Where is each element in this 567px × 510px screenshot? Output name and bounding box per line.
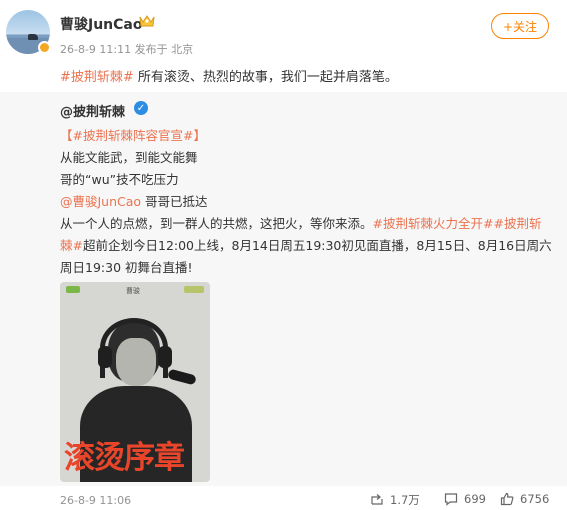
weibo-post: 曹骏JunCao 26-8-9 11:11 发布于 北京 +关注 #披荆斩棘# …	[0, 0, 567, 510]
poster-name: 曹骏	[126, 287, 140, 295]
reposted-content[interactable]: @披荆斩棘 ✓ 【#披荆斩棘阵容官宣#】 从能文能武，到能文能舞 哥的“wu”技…	[0, 92, 567, 486]
verified-icon: ✓	[134, 101, 148, 115]
post-text: #披荆斩棘# 所有滚烫、热烈的故事，我们一起并肩落笔。	[60, 70, 398, 85]
comment-button[interactable]: 699	[444, 492, 486, 506]
repost-line: @曹骏JunCao 哥哥已抵达	[60, 194, 208, 209]
hashtag-link[interactable]: 【#披荆斩棘阵容官宣#】	[60, 128, 206, 143]
like-count: 6756	[520, 492, 550, 506]
repost-line: 【#披荆斩棘阵容官宣#】	[60, 125, 206, 144]
repost-icon	[371, 494, 383, 505]
post-meta: 26-8-9 11:11 发布于 北京	[60, 43, 194, 56]
hashtag-link[interactable]: #披荆斩	[493, 216, 541, 231]
repost-count: 1.7万	[390, 493, 420, 507]
mention-link[interactable]: @曹骏JunCao	[60, 194, 141, 209]
verified-badge-icon	[38, 41, 51, 54]
microphone-icon	[167, 368, 197, 386]
repost-line: 从一个人的点燃，到一群人的共燃，这把火，等你来添。#披荆斩棘火力全开##披荆斩	[60, 216, 542, 231]
comment-icon	[444, 493, 458, 506]
thumbs-up-icon	[500, 492, 514, 506]
follow-button[interactable]: +关注	[491, 13, 549, 39]
hashtag-link[interactable]: #披荆斩棘火力全开#	[373, 216, 494, 231]
post-username[interactable]: 曹骏JunCao	[60, 14, 142, 34]
repost-line: 哥的“wu”技不吃压力	[60, 172, 179, 187]
repost-button[interactable]: 1.7万	[370, 492, 420, 508]
repost-line: 从能文能武，到能文能舞	[60, 150, 198, 165]
poster-title: 滚烫序章	[64, 440, 185, 476]
crown-icon	[139, 15, 155, 27]
hashtag-link[interactable]: 棘#	[60, 238, 83, 253]
brand-logo-icon	[66, 286, 80, 293]
repost-author[interactable]: @披荆斩棘	[60, 101, 125, 120]
poster-image[interactable]: 曹骏 滚烫序章	[60, 282, 210, 482]
like-button[interactable]: 6756	[500, 492, 549, 506]
brand-logo-icon	[184, 286, 204, 293]
repost-time: 26-8-9 11:06	[60, 494, 132, 507]
repost-line: 棘#超前企划今日12:00上线，8月14日周五19:30初见面直播，8月15日、…	[60, 238, 552, 253]
repost-line: 周日19:30 初舞台直播!	[60, 260, 193, 275]
hashtag-link[interactable]: #披荆斩棘#	[60, 70, 134, 85]
comment-count: 699	[464, 492, 486, 506]
